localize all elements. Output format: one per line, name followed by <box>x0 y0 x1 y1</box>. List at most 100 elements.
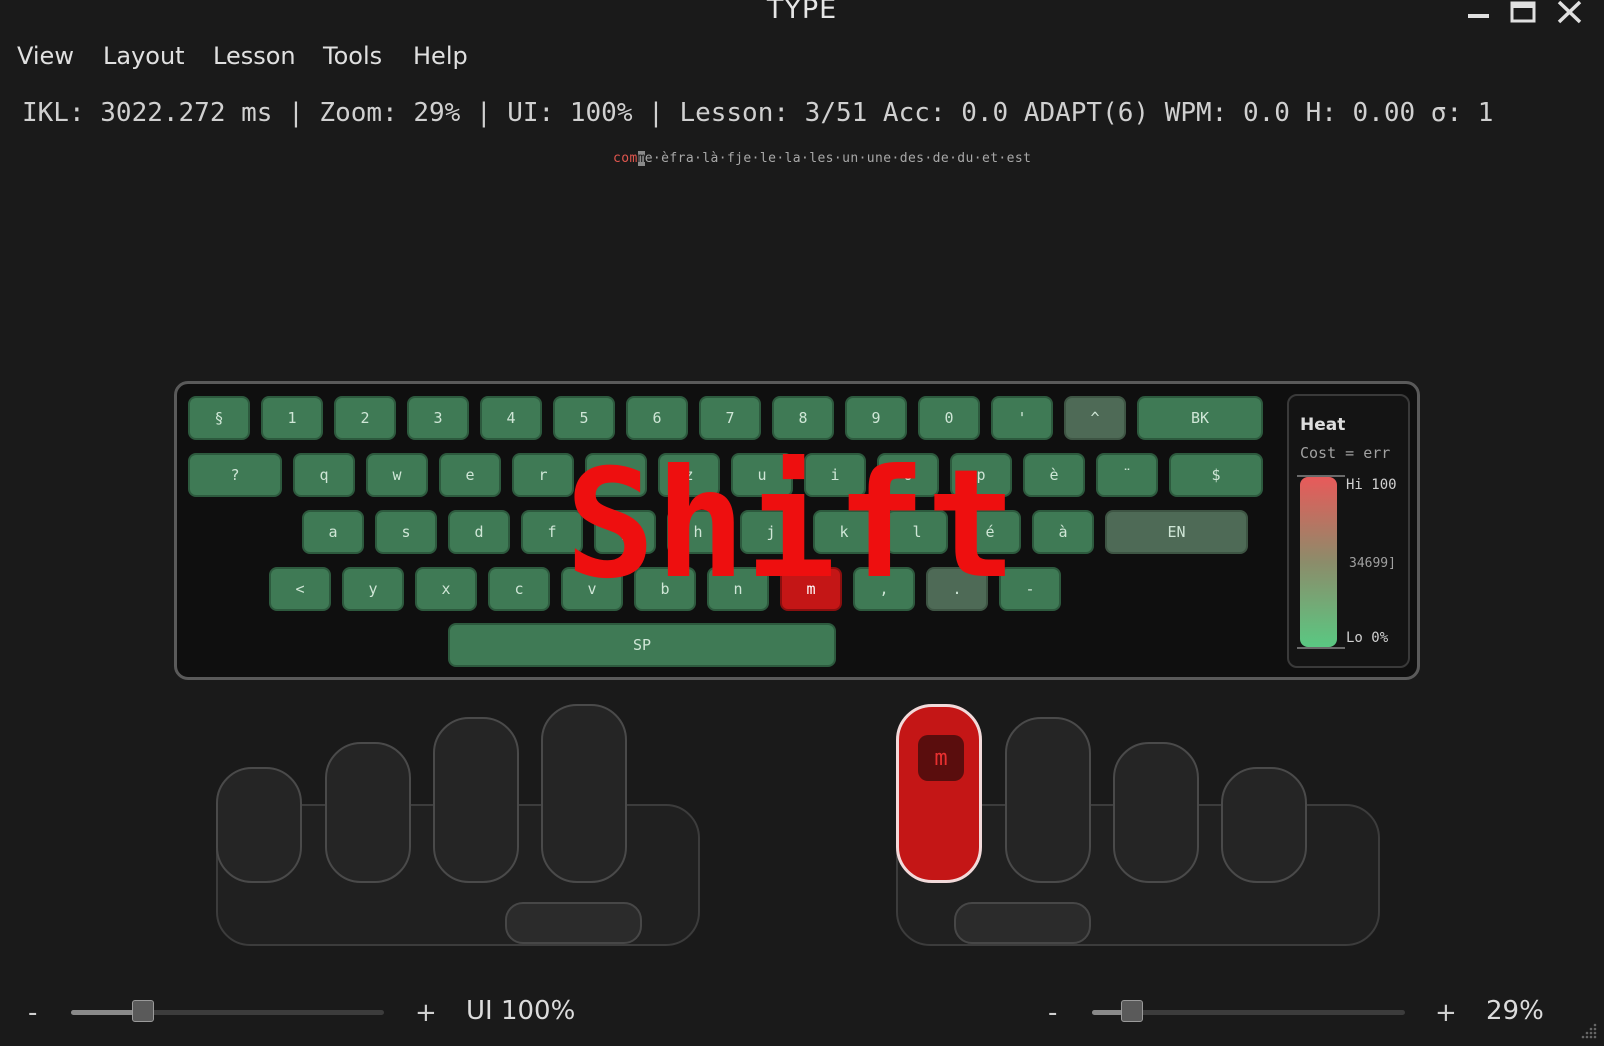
key-n[interactable]: n <box>707 567 769 611</box>
heat-legend: Heat Cost = err Hi 100 34699] Lo 0% <box>1287 394 1410 668</box>
key-q[interactable]: q <box>293 453 355 497</box>
lesson-typed: com <box>613 151 638 166</box>
heat-gradient-bar <box>1300 477 1337 647</box>
maximize-button[interactable] <box>1506 0 1542 30</box>
ui-zoom-slider[interactable] <box>71 1000 384 1022</box>
key-v[interactable]: v <box>561 567 623 611</box>
key-e[interactable]: e <box>439 453 501 497</box>
heat-bottom-line <box>1297 647 1345 649</box>
window-title: TYPE <box>766 0 838 25</box>
key-g[interactable]: g <box>594 510 656 554</box>
key-y[interactable]: y <box>342 567 404 611</box>
keyboard-zoom-minus-button[interactable]: - <box>1048 998 1057 1028</box>
menu-view[interactable]: View <box>17 42 74 70</box>
key-d[interactable]: d <box>448 510 510 554</box>
close-button[interactable] <box>1552 0 1588 30</box>
key-5[interactable]: 5 <box>553 396 615 440</box>
left-thumb <box>505 902 642 944</box>
keyboard-zoom-slider[interactable] <box>1092 1000 1405 1022</box>
key--[interactable]: - <box>999 567 1061 611</box>
key-?[interactable]: ? <box>188 453 282 497</box>
key-l[interactable]: l <box>886 510 948 554</box>
key-f[interactable]: f <box>521 510 583 554</box>
key-6[interactable]: 6 <box>626 396 688 440</box>
keyboard-zoom-plus-button[interactable]: + <box>1435 998 1457 1028</box>
key-t[interactable]: t <box>585 453 647 497</box>
menu-layout[interactable]: Layout <box>103 42 185 70</box>
keyboard-zoom-label: 29% <box>1486 996 1544 1026</box>
key-¨[interactable]: ¨ <box>1096 453 1158 497</box>
left-index-finger <box>541 704 627 883</box>
key-SP[interactable]: SP <box>448 623 836 667</box>
close-icon <box>1557 0 1582 24</box>
key-b[interactable]: b <box>634 567 696 611</box>
maximize-icon <box>1510 1 1536 23</box>
ui-zoom-label: UI 100% <box>466 996 576 1026</box>
right-pinky-finger <box>1221 767 1307 883</box>
ui-zoom-minus-button[interactable]: - <box>28 998 37 1028</box>
ui-zoom-slider-fill <box>71 1010 134 1015</box>
heat-subtitle: Cost = err <box>1300 444 1391 462</box>
keyboard-zoom-slider-handle[interactable] <box>1121 1000 1143 1022</box>
key-,[interactable]: , <box>853 567 915 611</box>
heat-lo-label: Lo 0% <box>1346 630 1389 646</box>
key-à[interactable]: à <box>1032 510 1094 554</box>
key-a[interactable]: a <box>302 510 364 554</box>
key-3[interactable]: 3 <box>407 396 469 440</box>
key-h[interactable]: h <box>667 510 729 554</box>
title-bar: TYPE <box>0 0 1604 36</box>
key-0[interactable]: 0 <box>918 396 980 440</box>
key-z[interactable]: z <box>658 453 720 497</box>
left-middle-finger <box>433 717 519 883</box>
menu-bar: View Layout Lesson Tools Help <box>0 40 1604 78</box>
heat-title: Heat <box>1300 415 1346 435</box>
key-2[interactable]: 2 <box>334 396 396 440</box>
right-middle-finger <box>1005 717 1091 883</box>
minimize-icon <box>1468 14 1489 18</box>
key-i[interactable]: i <box>804 453 866 497</box>
key-1[interactable]: 1 <box>261 396 323 440</box>
key-.[interactable]: . <box>926 567 988 611</box>
key-r[interactable]: r <box>512 453 574 497</box>
lesson-remaining: e·èfra·là·fje·le·la·les·un·une·des·de·du… <box>644 151 1032 166</box>
menu-tools[interactable]: Tools <box>323 42 382 70</box>
key-7[interactable]: 7 <box>699 396 761 440</box>
lesson-cursor: m <box>637 151 646 166</box>
key-m[interactable]: m <box>780 567 842 611</box>
key-k[interactable]: k <box>813 510 875 554</box>
key-o[interactable]: o <box>877 453 939 497</box>
key-j[interactable]: j <box>740 510 802 554</box>
keyboard-zoom-slider-fill <box>1092 1010 1123 1015</box>
minimize-button[interactable] <box>1460 0 1496 30</box>
ui-zoom-plus-button[interactable]: + <box>415 998 437 1028</box>
left-ring-finger <box>325 742 411 883</box>
status-line: IKL: 3022.272 ms | Zoom: 29% | UI: 100% … <box>22 98 1494 128</box>
key-s[interactable]: s <box>375 510 437 554</box>
active-finger-key: m <box>918 735 964 781</box>
key-4[interactable]: 4 <box>480 396 542 440</box>
key-'[interactable]: ' <box>991 396 1053 440</box>
right-index-finger: m <box>896 704 982 883</box>
key-p[interactable]: p <box>950 453 1012 497</box>
ui-zoom-slider-handle[interactable] <box>132 1000 154 1022</box>
right-thumb <box>954 902 1091 944</box>
key-$[interactable]: $ <box>1169 453 1263 497</box>
key-<[interactable]: < <box>269 567 331 611</box>
key-è[interactable]: è <box>1023 453 1085 497</box>
key-é[interactable]: é <box>959 510 1021 554</box>
key-^[interactable]: ^ <box>1064 396 1126 440</box>
key-x[interactable]: x <box>415 567 477 611</box>
key-c[interactable]: c <box>488 567 550 611</box>
heat-hi-label: Hi 100 <box>1346 477 1397 493</box>
key-u[interactable]: u <box>731 453 793 497</box>
key-8[interactable]: 8 <box>772 396 834 440</box>
key-w[interactable]: w <box>366 453 428 497</box>
heat-mid-label: 34699] <box>1349 556 1396 571</box>
key-§[interactable]: § <box>188 396 250 440</box>
key-9[interactable]: 9 <box>845 396 907 440</box>
menu-lesson[interactable]: Lesson <box>213 42 296 70</box>
menu-help[interactable]: Help <box>413 42 468 70</box>
key-BK[interactable]: BK <box>1137 396 1263 440</box>
resize-grip-icon[interactable] <box>1578 1020 1598 1040</box>
key-EN[interactable]: EN <box>1105 510 1248 554</box>
